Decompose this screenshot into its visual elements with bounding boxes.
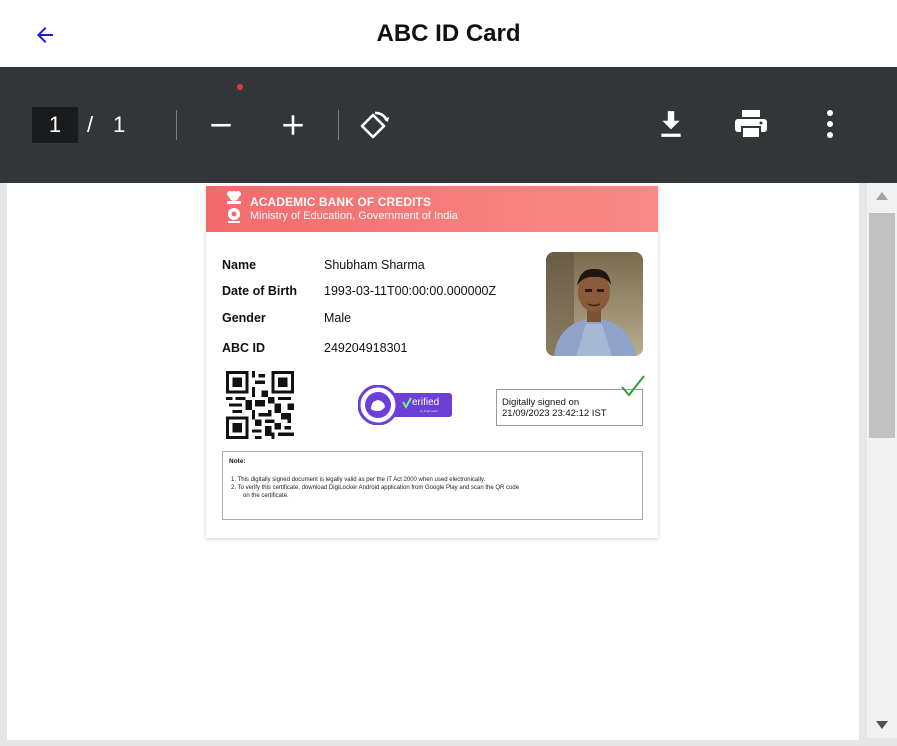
field-value-abc-id: 249204918301	[324, 341, 408, 355]
note-item-1: 1. This digitally signed document is leg…	[231, 477, 486, 483]
signature-line-2: 21/09/2023 23:42:12 IST	[502, 408, 607, 419]
page-separator: /	[87, 112, 94, 137]
org-subtitle: Ministry of Education, Government of Ind…	[250, 210, 458, 222]
field-label-name: Name	[222, 258, 257, 272]
national-emblem-icon	[227, 191, 241, 223]
page-title: ABC ID Card	[376, 20, 521, 47]
id-card: ACADEMIC BANK OF CREDITS Ministry of Edu…	[206, 186, 658, 538]
verified-badge: erified by DigiLocker	[357, 384, 454, 426]
download-icon[interactable]	[656, 106, 686, 142]
note-title: Note:	[229, 458, 246, 465]
checkmark-icon	[621, 375, 645, 397]
card-header: ACADEMIC BANK OF CREDITS Ministry of Edu…	[206, 186, 658, 232]
field-value-name: Shubham Sharma	[324, 258, 425, 272]
scroll-up-icon[interactable]	[867, 183, 897, 209]
more-vert-icon[interactable]	[818, 106, 842, 142]
pdf-viewer-window: ABC ID Card 1 / 1 ACADEMIC BANK OF CREDI…	[0, 0, 897, 746]
print-icon[interactable]	[733, 106, 769, 142]
field-label-dob: Date of Birth	[222, 284, 297, 298]
scrollbar-thumb[interactable]	[869, 213, 895, 438]
toolbar-divider	[176, 110, 177, 140]
scroll-down-icon[interactable]	[867, 712, 897, 738]
indicator-dot	[237, 84, 243, 90]
page-total: 1	[113, 112, 126, 137]
header-bar: ABC ID Card	[0, 0, 897, 67]
signature-text: Digitally signed on 21/09/2023 23:42:12 …	[502, 397, 607, 419]
toolbar-divider	[338, 110, 339, 140]
verified-subtext: by DigiLocker	[420, 409, 439, 413]
page-number-input[interactable]: 1	[32, 107, 78, 143]
note-box: Note: 1. This digitally signed document …	[222, 451, 643, 520]
field-label-abc-id: ABC ID	[222, 341, 266, 355]
zoom-out-icon[interactable]	[206, 110, 236, 140]
qr-code	[226, 371, 294, 439]
field-value-dob: 1993-03-11T00:00:00.000000Z	[324, 284, 497, 298]
rotate-icon[interactable]	[356, 108, 392, 142]
note-item-2: 2. To verify this certificate, download …	[231, 485, 520, 491]
zoom-in-icon[interactable]	[278, 110, 308, 140]
verified-text: erified	[412, 397, 440, 408]
vertical-scrollbar[interactable]	[867, 183, 897, 738]
org-name: ACADEMIC BANK OF CREDITS	[250, 195, 432, 209]
profile-photo	[546, 252, 643, 356]
field-value-gender: Male	[324, 311, 352, 325]
note-item-2-cont: on the certificate.	[243, 493, 289, 499]
signature-line-1: Digitally signed on	[502, 397, 580, 408]
field-label-gender: Gender	[222, 311, 266, 325]
